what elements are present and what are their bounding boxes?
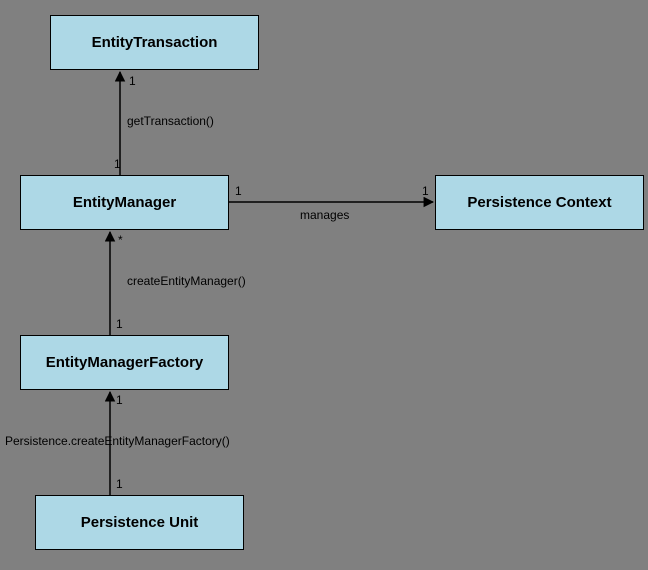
multiplicity-pc-left: 1 xyxy=(422,184,429,198)
multiplicity-emf-top: 1 xyxy=(116,317,123,331)
persistence-context-box: Persistence Context xyxy=(435,175,644,230)
manages-label: manages xyxy=(300,208,349,222)
multiplicity-emf-bottom: 1 xyxy=(116,393,123,407)
multiplicity-em-top: 1 xyxy=(114,157,121,171)
get-transaction-label: getTransaction() xyxy=(127,114,214,128)
multiplicity-em-right: 1 xyxy=(235,184,242,198)
entity-transaction-box: EntityTransaction xyxy=(50,15,259,70)
diagram-arrows xyxy=(0,0,648,570)
create-entity-manager-label: createEntityManager() xyxy=(127,274,246,288)
entity-manager-factory-box: EntityManagerFactory xyxy=(20,335,229,390)
entity-manager-box: EntityManager xyxy=(20,175,229,230)
create-factory-label: Persistence.createEntityManagerFactory() xyxy=(5,434,230,448)
persistence-unit-box: Persistence Unit xyxy=(35,495,244,550)
multiplicity-et-side: 1 xyxy=(129,74,136,88)
multiplicity-em-bottom: * xyxy=(118,233,123,247)
multiplicity-pu-top: 1 xyxy=(116,477,123,491)
